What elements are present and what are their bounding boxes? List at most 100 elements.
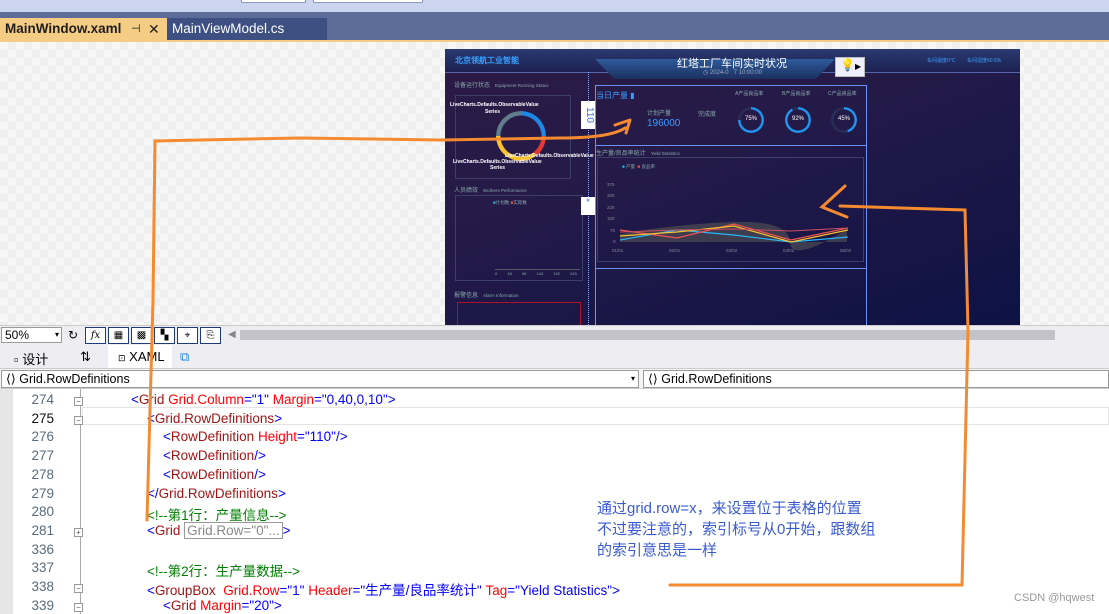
workers-axis: [495, 269, 580, 270]
code-line[interactable]: <RowDefinition/>: [163, 467, 266, 482]
scroll-left-icon[interactable]: ◀: [228, 329, 236, 340]
breadcrumb-right[interactable]: ⟨⟩ Grid.RowDefinitions: [643, 370, 1109, 388]
plan-label: 计划产量: [647, 111, 672, 117]
note-line: 的索引意思是一样: [597, 542, 718, 559]
expand-icon[interactable]: +: [74, 527, 83, 537]
lightbulb-icon[interactable]: 💡▶: [835, 57, 865, 77]
popout-icon[interactable]: ⧉: [180, 349, 189, 365]
y-tick: 150: [607, 216, 615, 221]
equipment-title: 设备运行状态 Equipment Running Status: [454, 83, 549, 89]
rate-label: B产品良品率: [782, 91, 811, 97]
code-line[interactable]: <Grid Grid.Row="0"... >: [147, 521, 291, 539]
collapse-icon[interactable]: −: [74, 397, 83, 406]
x-tick: 05/02: [840, 248, 852, 253]
collapse-icon[interactable]: −: [74, 584, 83, 593]
collapse-icon[interactable]: −: [74, 602, 83, 612]
note-line: 通过grid.row=x，来设置位于表格的位置: [597, 500, 862, 517]
watermark: CSDN @hqwest: [1014, 592, 1095, 604]
annotation-note: 通过grid.row=x，来设置位于表格的位置 不过要注意的，索引标号从0开始，…: [597, 498, 907, 561]
line-number: 337: [31, 560, 54, 576]
close-icon[interactable]: ✕: [148, 18, 160, 40]
line-number: 339: [31, 597, 54, 613]
line-number: 277: [31, 448, 54, 464]
x-tick: 02/01: [669, 248, 681, 253]
effects-icon[interactable]: ⎘: [200, 327, 221, 344]
tab-label: MainWindow.xaml: [5, 21, 122, 36]
humidity-label: 车间湿度60.5%: [967, 58, 1002, 64]
toolbar-combo[interactable]: [313, 0, 423, 3]
y-tick: 225: [607, 205, 615, 210]
tab-mainwindow-xaml[interactable]: MainWindow.xaml ⊣ ✕: [0, 18, 167, 40]
snap-lines-icon[interactable]: ⌖: [177, 327, 198, 344]
row-height-adorner[interactable]: 110: [581, 101, 595, 129]
tab-xaml[interactable]: ⊡ XAML: [108, 345, 172, 368]
toolbar-combo[interactable]: [241, 0, 306, 3]
rate-value: 75%: [744, 116, 757, 122]
grid-icon[interactable]: ▦: [108, 327, 129, 344]
workers-ticks: 0 48 96 144 192 240: [495, 271, 577, 276]
alarm-title: 报警信息 Alarm Information: [454, 293, 519, 299]
yield-legend: ■ 产量 ■ 良品率: [622, 164, 655, 169]
dashboard-preview[interactable]: 北京领航工业智能 红塔工厂车间实时状况 ◷ 2024-0 7 10:00:00 …: [445, 49, 1020, 325]
yield-line-chart: 375 300 225 150 75 0 01/01 02/01 03/02 0…: [607, 182, 852, 253]
workers-title: 人员绩效 Workers Performance: [454, 188, 527, 194]
production-title: 当日产量 ▮: [596, 91, 635, 100]
tab-mainviewmodel-cs[interactable]: MainViewModel.cs: [167, 18, 327, 40]
code-line[interactable]: <RowDefinition/>: [163, 448, 266, 463]
design-icon: ▫: [14, 352, 19, 367]
workers-legend: ■计划数 ■实际数: [493, 200, 527, 205]
brand-label: 北京领航工业智能: [455, 56, 519, 65]
line-number: 281: [31, 522, 54, 538]
line-number: 280: [31, 504, 54, 520]
datetime: ◷ 2024-0 7 10:00:00: [703, 70, 762, 76]
snap-icon[interactable]: ▩: [131, 327, 152, 344]
x-tick: 03/02: [726, 248, 738, 253]
editor-margin: [0, 389, 13, 614]
code-line[interactable]: <!--第2行：生产量数据-->: [147, 560, 300, 580]
alarm-panel: [457, 302, 581, 325]
breadcrumb-left[interactable]: ⟨⟩ Grid.RowDefinitions ▾: [1, 370, 639, 388]
row-divider: [595, 145, 867, 146]
code-line[interactable]: <Grid Grid.Column="1" Margin="0,40,0,10"…: [131, 392, 396, 407]
refresh-icon[interactable]: ↻: [68, 328, 78, 342]
code-line[interactable]: <Grid.RowDefinitions>: [147, 411, 282, 426]
top-toolbar-strip: [0, 0, 1109, 12]
view-tabs: ▫ 设计 ⇅ ⊡ XAML ⧉: [0, 345, 1109, 368]
donut-label-suffix: Series: [485, 109, 501, 115]
code-line[interactable]: </Grid.RowDefinitions>: [147, 486, 286, 501]
fx-icon[interactable]: fx: [85, 327, 106, 344]
note-line: 不过要注意的，索引标号从0开始，跟数组: [597, 521, 876, 538]
editor-tab-bar: MainWindow.xaml ⊣ ✕ MainViewModel.cs: [0, 12, 1109, 40]
pin-icon[interactable]: ⊣: [131, 18, 141, 40]
rate-label: C产品良品率: [828, 91, 857, 97]
plan-value: 196000: [647, 118, 681, 129]
swap-panes-button[interactable]: ⇅: [80, 349, 91, 365]
y-tick: 75: [610, 228, 616, 233]
complete-label: 完成度: [698, 112, 717, 118]
code-line[interactable]: <Grid Margin="20">: [163, 598, 282, 613]
collapse-icon[interactable]: −: [74, 415, 83, 425]
yield-title: 生产量/良品率统计 Yield Statistics: [596, 151, 680, 157]
line-number: 336: [31, 541, 54, 557]
zoom-select[interactable]: 50% ▾: [1, 327, 62, 343]
y-tick: 375: [607, 182, 615, 187]
artboard-icon[interactable]: ▚: [154, 327, 175, 344]
temperature-label: 车间温度0°C: [927, 58, 956, 64]
donut-label-suffix: Series: [490, 165, 506, 171]
tab-label: MainViewModel.cs: [172, 21, 285, 36]
xaml-icon: ⊡: [118, 353, 126, 363]
line-number: 274: [31, 392, 54, 407]
horizontal-scrollbar[interactable]: [240, 330, 1055, 340]
y-tick: 0: [613, 239, 616, 244]
rate-value: 45%: [837, 116, 850, 122]
line-number: 275: [31, 410, 54, 426]
tab-design[interactable]: ▫ 设计: [14, 349, 48, 368]
star-row-adorner[interactable]: *: [581, 197, 595, 215]
collapsed-region[interactable]: Grid.Row="0"...: [184, 521, 283, 539]
line-number: 279: [31, 485, 54, 501]
rate-value: 92%: [791, 116, 804, 122]
code-line[interactable]: <GroupBox Grid.Row="1" Header="生产量/良品率统计…: [147, 579, 620, 599]
code-editor[interactable]: 274 − <Grid Grid.Column="1" Margin="0,40,0…: [0, 389, 1109, 614]
code-line[interactable]: <RowDefinition Height="110"/>: [163, 429, 348, 444]
rate-label: A产品良品率: [735, 91, 764, 97]
